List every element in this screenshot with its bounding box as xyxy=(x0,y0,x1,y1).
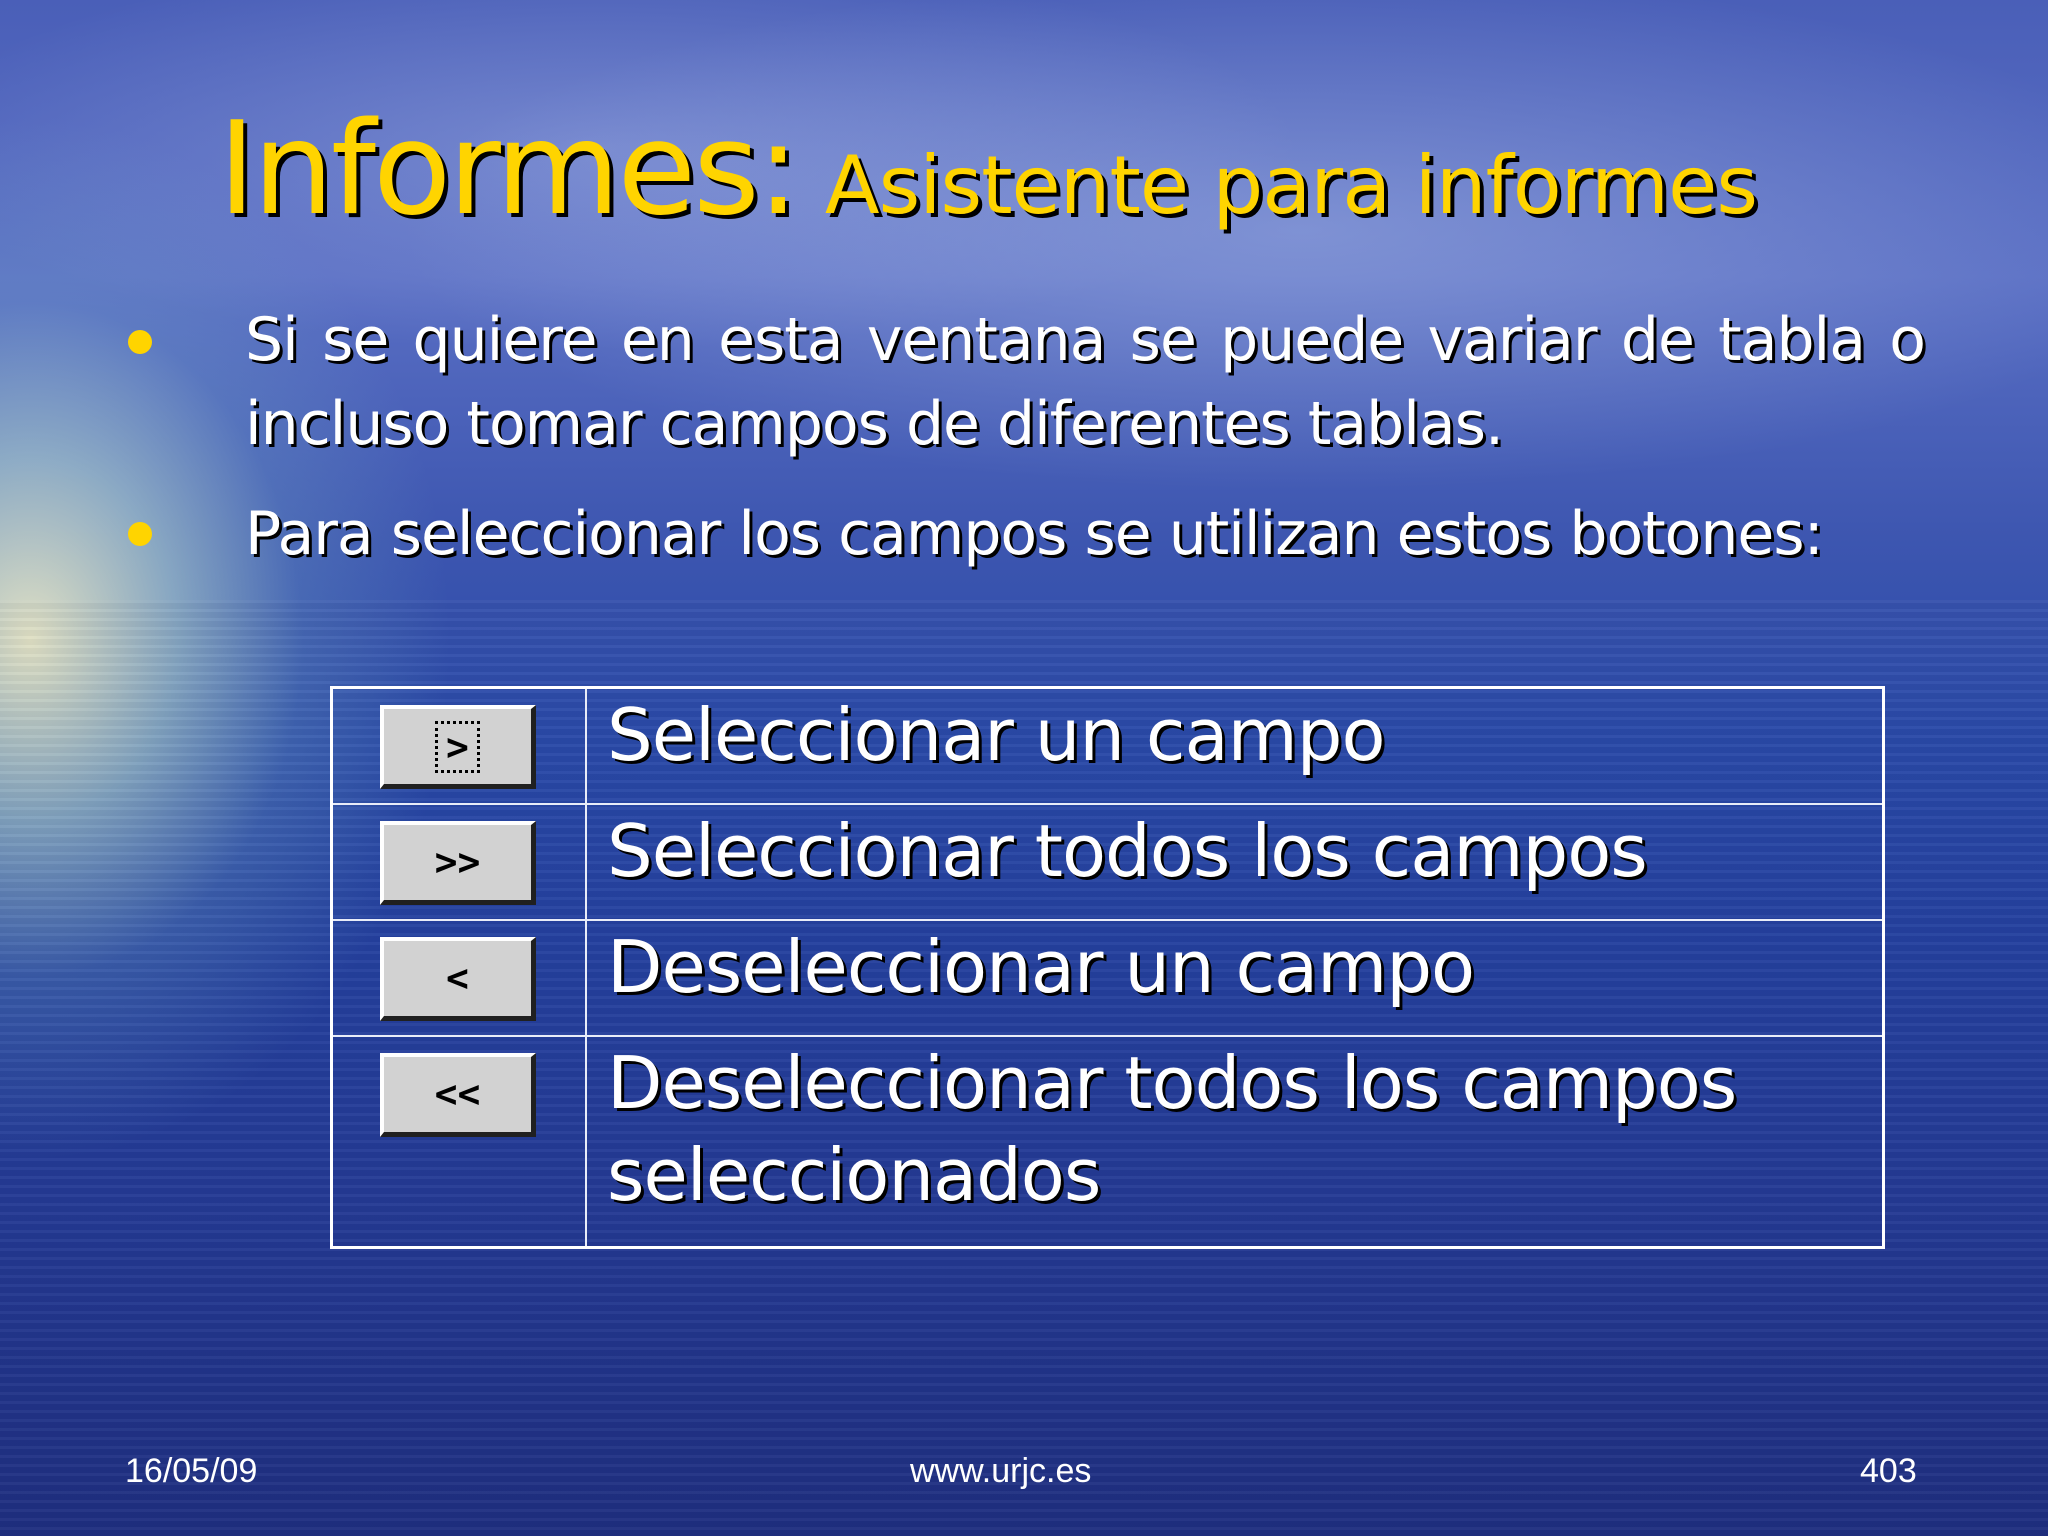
buttons-table: > Seleccionar un campo >> Seleccionar to… xyxy=(330,686,1885,1249)
button-description: Deseleccionar todos los campos seleccion… xyxy=(585,1034,1885,1249)
deselect-one-icon: < xyxy=(446,956,469,1000)
title-main: Informes: xyxy=(218,95,800,244)
deselect-all-icon: << xyxy=(434,1072,481,1116)
button-description: Deseleccionar un campo xyxy=(585,918,1885,1037)
deselect-one-button[interactable]: < xyxy=(380,936,536,1021)
select-one-icon: > xyxy=(435,720,480,773)
button-description: Seleccionar todos los campos xyxy=(585,802,1885,921)
bullet-text-2: Para seleccionar los campos se utilizan … xyxy=(245,499,1824,569)
select-all-icon: >> xyxy=(434,840,481,884)
table-row: < Deseleccionar un campo xyxy=(330,918,1885,1037)
title-sub: Asistente para informes xyxy=(824,139,1758,232)
bullet-dot-icon xyxy=(128,330,152,354)
icon-cell: << xyxy=(330,1034,587,1249)
bullet-text-1: Si se quiere en esta ventana se puede va… xyxy=(245,305,1926,459)
table-row: > Seleccionar un campo xyxy=(330,686,1885,805)
footer-site: www.urjc.es xyxy=(910,1452,1092,1490)
footer-date: 16/05/09 xyxy=(125,1452,258,1490)
select-one-button[interactable]: > xyxy=(380,705,536,789)
slide-title: Informes: Asistente para informes xyxy=(218,95,1758,244)
icon-cell: > xyxy=(330,686,587,805)
icon-cell: < xyxy=(330,918,587,1037)
button-description: Seleccionar un campo xyxy=(585,686,1885,805)
table-row: << Deseleccionar todos los campos selecc… xyxy=(330,1034,1885,1249)
select-all-button[interactable]: >> xyxy=(380,820,536,905)
deselect-all-button[interactable]: << xyxy=(380,1052,536,1137)
icon-cell: >> xyxy=(330,802,587,921)
footer-page-number: 403 xyxy=(1860,1452,1917,1490)
bullet-dot-icon xyxy=(128,522,152,546)
table-row: >> Seleccionar todos los campos xyxy=(330,802,1885,921)
